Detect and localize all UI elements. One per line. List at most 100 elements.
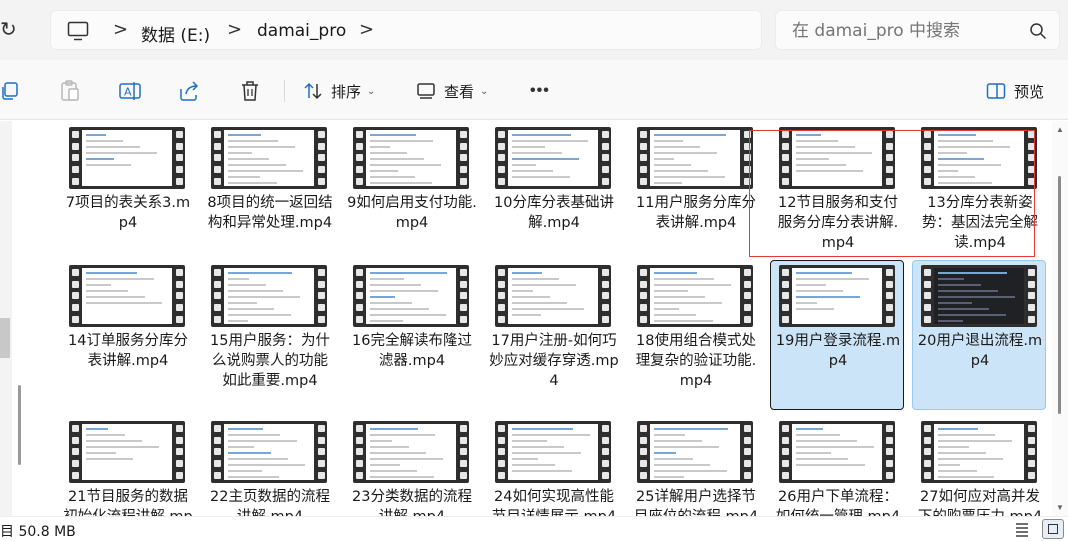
file-name: 17用户注册-如何巧妙应对缓存穿透.mp4 [489, 333, 619, 389]
video-thumbnail-icon [69, 421, 185, 483]
file-item[interactable]: 10分库分表基础讲解.mp4 [486, 122, 620, 272]
preview-label: 预览 [1014, 82, 1045, 101]
video-thumbnail-icon [779, 265, 895, 327]
file-name: 26用户下单流程：如何统一管理.mp4 [776, 489, 900, 516]
copy-button[interactable] [0, 78, 20, 104]
file-item[interactable]: 21节目服务的数据初始化流程讲解.mp4 [60, 416, 194, 516]
file-item[interactable]: 17用户注册-如何巧妙应对缓存穿透.mp4 [486, 260, 620, 410]
file-item[interactable]: 11用户服务分库分表讲解.mp4 [628, 122, 762, 272]
view-button[interactable]: 查看 ⌄ [416, 78, 488, 104]
video-thumbnail-icon [921, 421, 1037, 483]
paste-icon [61, 80, 79, 101]
file-item[interactable]: 20用户退出流程.mp4 [912, 260, 1046, 410]
command-bar: A 排序 ⌄ 查看 ⌄ ••• 预览 [0, 60, 1068, 120]
file-name: 12节目服务和支付服务分库分表讲解.mp4 [777, 195, 899, 251]
address-bar[interactable]: > 数据 (E:) > damai_pro > [50, 10, 762, 50]
file-name: 14订单服务分库分表讲解.mp4 [68, 333, 188, 369]
video-thumbnail-icon [69, 127, 185, 189]
svg-text:A: A [124, 86, 132, 99]
status-bar: 目 50.8 MB [0, 516, 1068, 541]
large-icons-view-button[interactable] [1042, 519, 1064, 539]
refresh-icon[interactable]: ↻ [0, 16, 22, 44]
chevron-down-icon: ⌄ [480, 85, 489, 97]
scrollbar-thumb[interactable] [1058, 176, 1061, 414]
details-view-icon[interactable] [1014, 521, 1030, 537]
preview-pane-icon [986, 83, 1006, 99]
view-icon [417, 83, 435, 99]
video-thumbnail-icon [211, 421, 327, 483]
file-item[interactable]: 13分库分表新姿势：基因法完全解读.mp4 [912, 122, 1046, 272]
navigation-scrollbar-thumb[interactable] [0, 318, 10, 358]
address-toolbar: ↻ > 数据 (E:) > damai_pro > [0, 0, 1068, 60]
video-thumbnail-icon [495, 127, 611, 189]
file-name: 20用户退出流程.mp4 [917, 333, 1043, 369]
breadcrumb-folder[interactable]: damai_pro [257, 21, 346, 41]
file-grid[interactable]: 7项目的表关系3.mp4 8项目的统一返回结构和异常处理.mp4 9如何启用支付功能… [12, 121, 1052, 516]
video-thumbnail-icon [637, 421, 753, 483]
file-name: 13分库分表新姿势：基因法完全解读.mp4 [922, 195, 1038, 251]
file-item[interactable]: 16完全解读布隆过滤器.mp4 [344, 260, 478, 410]
copy-icon [2, 82, 18, 100]
video-thumbnail-icon [637, 127, 753, 189]
video-thumbnail-icon [211, 127, 327, 189]
video-thumbnail-icon [69, 265, 185, 327]
file-item[interactable]: 22主页数据的流程讲解.mp4 [202, 416, 336, 516]
file-item[interactable]: 27如何应对高并发下的购票压力.mp4 [912, 416, 1046, 516]
file-item[interactable]: 14订单服务分库分表讲解.mp4 [60, 260, 194, 410]
video-thumbnail-icon [353, 127, 469, 189]
file-name: 7项目的表关系3.mp4 [65, 195, 191, 231]
file-item[interactable]: 19用户登录流程.mp4 [770, 260, 904, 410]
file-name: 10分库分表基础讲解.mp4 [494, 195, 614, 231]
file-name: 23分类数据的流程讲解.mp4 [352, 489, 472, 516]
more-options-button[interactable]: ••• [530, 78, 550, 104]
file-item[interactable]: 18使用组合模式处理复杂的验证功能.mp4 [628, 260, 762, 410]
file-name: 21节目服务的数据初始化流程讲解.mp4 [63, 489, 192, 516]
file-name: 11用户服务分库分表讲解.mp4 [636, 195, 756, 231]
file-item[interactable]: 24如何实现高性能节目详情展示.mp4 [486, 416, 620, 516]
paste-button[interactable] [60, 78, 80, 104]
search-box[interactable] [775, 10, 1060, 50]
file-item[interactable]: 26用户下单流程：如何统一管理.mp4 [770, 416, 904, 516]
large-icons-view-icon [1048, 524, 1058, 534]
share-button[interactable] [179, 78, 201, 104]
video-thumbnail-icon [495, 265, 611, 327]
share-icon [180, 81, 199, 101]
rename-button[interactable]: A [119, 78, 141, 104]
file-name: 8项目的统一返回结构和异常处理.mp4 [207, 195, 333, 231]
video-thumbnail-icon [353, 265, 469, 327]
video-thumbnail-icon [921, 127, 1037, 189]
file-item[interactable]: 8项目的统一返回结构和异常处理.mp4 [202, 122, 336, 272]
file-item[interactable]: 9如何启用支付功能.mp4 [344, 122, 478, 272]
sort-icon [304, 82, 322, 100]
file-name: 16完全解读布隆过滤器.mp4 [352, 333, 472, 369]
file-item[interactable]: 15用户服务：为什么说购票人的功能如此重要.mp4 [202, 260, 336, 410]
chevron-down-icon: ⌄ [367, 85, 376, 97]
scroll-up-arrow-icon[interactable]: ▲ [1056, 125, 1064, 134]
file-item[interactable]: 12节目服务和支付服务分库分表讲解.mp4 [770, 122, 904, 272]
delete-button[interactable] [240, 78, 260, 104]
chevron-right-icon[interactable]: > [113, 19, 128, 40]
file-item[interactable]: 7项目的表关系3.mp4 [60, 122, 194, 272]
preview-pane-button[interactable]: 预览 [986, 78, 1044, 104]
this-pc-icon [67, 21, 89, 41]
chevron-right-icon[interactable]: > [359, 19, 374, 40]
video-thumbnail-icon [211, 265, 327, 327]
search-input[interactable] [792, 20, 1022, 42]
chevron-right-icon[interactable]: > [227, 19, 242, 40]
breadcrumb-drive[interactable]: 数据 (E:) [141, 21, 210, 46]
file-name: 15用户服务：为什么说购票人的功能如此重要.mp4 [210, 333, 330, 389]
status-text: 目 50.8 MB [0, 524, 76, 540]
video-thumbnail-icon [779, 127, 895, 189]
file-item[interactable]: 25详解用户选择节目座位的流程.mp4 [628, 416, 762, 516]
file-item[interactable]: 23分类数据的流程讲解.mp4 [344, 416, 478, 516]
divider [284, 80, 285, 102]
file-name: 24如何实现高性能节目详情展示.mp4 [492, 489, 616, 516]
scroll-down-arrow-icon[interactable]: ▼ [1056, 503, 1064, 512]
video-thumbnail-icon [353, 421, 469, 483]
search-icon[interactable] [1029, 22, 1047, 40]
file-name: 19用户登录流程.mp4 [775, 333, 901, 369]
rename-icon: A [119, 82, 141, 100]
vertical-scrollbar[interactable]: ▲ ▼ [1052, 121, 1068, 516]
sort-button[interactable]: 排序 ⌄ [303, 78, 375, 104]
file-name: 18使用组合模式处理复杂的验证功能.mp4 [635, 333, 757, 389]
